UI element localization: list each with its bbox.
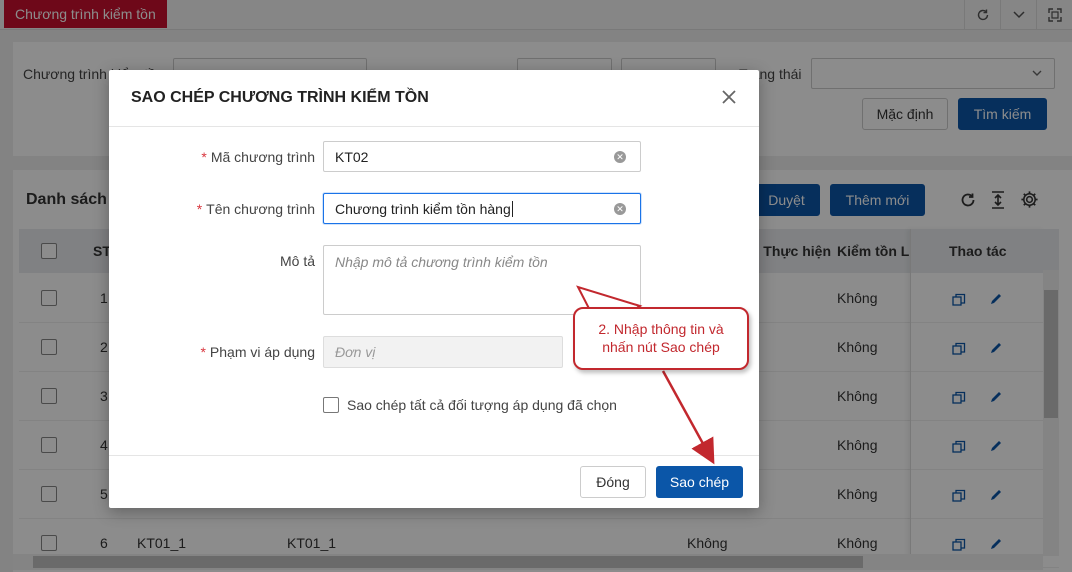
copy-all-checkbox[interactable] [323,397,339,413]
description-field-label: Mô tả [279,253,315,269]
required-mark: * [196,201,203,217]
code-field-label: * Mã chương trình [201,149,315,165]
dialog-footer-divider [109,455,759,456]
program-name-value: Chương trình kiểm tồn hàng [335,200,511,217]
program-code-input[interactable]: KT02 ✕ [323,141,641,172]
copy-all-label: Sao chép tất cả đối tượng áp dụng đã chọ… [347,397,617,413]
close-button[interactable]: Đóng [580,466,646,498]
dialog-title: SAO CHÉP CHƯƠNG TRÌNH KIỂM TỒN [131,89,429,106]
scope-select[interactable]: Đơn vị [323,336,563,368]
copy-program-dialog: SAO CHÉP CHƯƠNG TRÌNH KIỂM TỒN * Mã chươn… [109,70,759,508]
clear-icon[interactable]: ✕ [614,151,626,163]
program-code-value: KT02 [335,148,369,165]
required-mark: * [201,149,207,165]
name-field-label: * Tên chương trình [196,201,315,217]
required-mark: * [200,344,206,360]
callout-line-1: 2. Nhập thông tin và [598,321,724,337]
callout-line-2: nhấn nút Sao chép [602,339,720,355]
text-cursor [511,200,513,217]
scope-field-label: * Phạm vi áp dụng [200,344,315,360]
close-icon[interactable] [719,87,739,107]
dialog-header-divider [109,126,759,127]
description-textarea[interactable]: Nhập mô tả chương trình kiểm tồn [323,245,641,315]
program-name-input[interactable]: Chương trình kiểm tồn hàng ✕ [323,193,641,224]
instruction-callout: 2. Nhập thông tin và nhấn nút Sao chép [573,307,749,370]
copy-button[interactable]: Sao chép [656,466,743,498]
clear-icon[interactable]: ✕ [614,203,626,215]
